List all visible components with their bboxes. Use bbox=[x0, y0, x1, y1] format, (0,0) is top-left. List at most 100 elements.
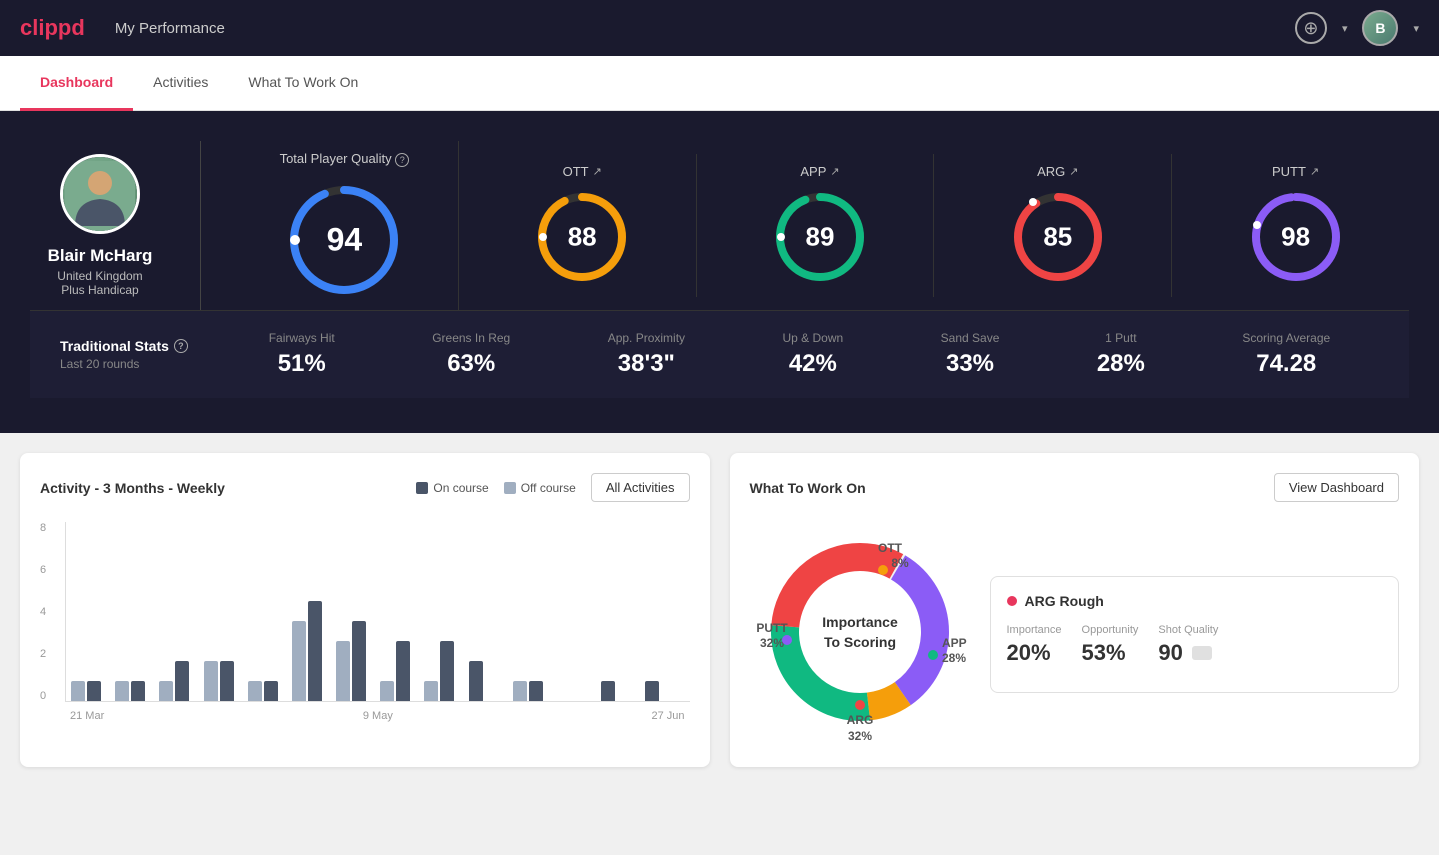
plus-icon: ⊕ bbox=[1303, 18, 1318, 39]
traditional-stats: Traditional Stats ? Last 20 rounds Fairw… bbox=[30, 310, 1409, 398]
player-name: Blair McHarg bbox=[48, 246, 153, 266]
total-score-value: 94 bbox=[327, 222, 363, 259]
legend-off-course: Off course bbox=[504, 481, 576, 495]
arg-value: 85 bbox=[1043, 222, 1072, 253]
ott-circle: 88 bbox=[532, 187, 632, 287]
stat-sandsave: Sand Save 33% bbox=[941, 331, 1000, 378]
app-score: APP ↗ 89 bbox=[707, 154, 935, 297]
bar-on-course bbox=[264, 681, 278, 701]
stat-updown: Up & Down 42% bbox=[783, 331, 844, 378]
detail-opportunity: Opportunity 53% bbox=[1082, 624, 1139, 666]
logo: clippd bbox=[20, 15, 85, 41]
player-avatar bbox=[60, 154, 140, 234]
putt-trend: ↗ bbox=[1310, 165, 1319, 178]
bar-group bbox=[380, 641, 419, 701]
stat-proximity: App. Proximity 38'3" bbox=[608, 331, 685, 378]
off-course-dot bbox=[504, 482, 516, 494]
svg-text:To Scoring: To Scoring bbox=[823, 634, 895, 650]
on-course-dot bbox=[416, 482, 428, 494]
bar-off-course bbox=[115, 681, 129, 701]
bar-off-course bbox=[380, 681, 394, 701]
trad-stats-grid: Fairways Hit 51% Greens In Reg 63% App. … bbox=[220, 331, 1379, 378]
bar-on-course bbox=[645, 681, 659, 701]
bar-on-course bbox=[220, 661, 234, 701]
nav-tabs: Dashboard Activities What To Work On bbox=[0, 56, 1439, 111]
score-section: Total Player Quality ? 94 OTT ↗ bbox=[231, 141, 1409, 310]
bar-group bbox=[557, 700, 596, 701]
stat-scoring: Scoring Average 74.28 bbox=[1242, 331, 1330, 378]
arg-score: ARG ↗ 85 bbox=[944, 154, 1172, 297]
bar-group bbox=[248, 681, 287, 701]
svg-text:Importance: Importance bbox=[822, 614, 898, 630]
bar-group bbox=[292, 601, 331, 701]
detail-metrics: Importance 20% Opportunity 53% Shot Qual… bbox=[1007, 624, 1383, 666]
detail-card-title: ARG Rough bbox=[1007, 593, 1383, 609]
bar-off-course bbox=[71, 681, 85, 701]
svg-text:APP: APP bbox=[942, 636, 967, 650]
bar-on-course bbox=[601, 681, 615, 701]
chart-legend: On course Off course All Activities bbox=[416, 473, 689, 502]
bar-group bbox=[204, 661, 243, 701]
bar-off-course bbox=[248, 681, 262, 701]
svg-text:32%: 32% bbox=[759, 636, 783, 650]
bar-chart bbox=[65, 522, 690, 702]
putt-score: PUTT ↗ 98 bbox=[1182, 154, 1409, 297]
svg-text:OTT: OTT bbox=[878, 541, 903, 555]
total-info-icon[interactable]: ? bbox=[395, 153, 409, 167]
bar-off-course bbox=[424, 681, 438, 701]
activity-chart-card: Activity - 3 Months - Weekly On course O… bbox=[20, 453, 710, 767]
total-score: Total Player Quality ? 94 bbox=[231, 141, 459, 310]
tab-what-to-work-on[interactable]: What To Work On bbox=[228, 56, 378, 111]
stat-oneputt: 1 Putt 28% bbox=[1097, 331, 1145, 378]
bar-group bbox=[115, 681, 154, 701]
y-axis: 0 2 4 6 8 bbox=[40, 522, 46, 702]
hero-divider bbox=[200, 141, 201, 310]
bar-off-course bbox=[204, 661, 218, 701]
bar-on-course bbox=[131, 681, 145, 701]
chevron-down-icon: ▾ bbox=[1342, 22, 1348, 35]
ott-trend: ↗ bbox=[593, 165, 602, 178]
bar-group bbox=[513, 681, 552, 701]
tab-activities[interactable]: Activities bbox=[133, 56, 228, 111]
ott-score: OTT ↗ 88 bbox=[469, 154, 697, 297]
svg-text:PUTT: PUTT bbox=[756, 621, 788, 635]
bar-on-course bbox=[440, 641, 454, 701]
trad-subtitle: Last 20 rounds bbox=[60, 357, 220, 371]
trad-info-icon[interactable]: ? bbox=[174, 339, 188, 353]
bar-off-course bbox=[292, 621, 306, 701]
header-actions: ⊕ ▾ B ▾ bbox=[1295, 10, 1419, 46]
work-title: What To Work On bbox=[750, 480, 866, 496]
bar-on-course bbox=[396, 641, 410, 701]
bar-group bbox=[71, 681, 110, 701]
add-button[interactable]: ⊕ bbox=[1295, 12, 1327, 44]
tab-dashboard[interactable]: Dashboard bbox=[20, 56, 133, 111]
bar-on-course bbox=[87, 681, 101, 701]
chart-header: Activity - 3 Months - Weekly On course O… bbox=[40, 473, 690, 502]
bar-group bbox=[424, 641, 463, 701]
bar-group bbox=[469, 661, 508, 701]
bar-group bbox=[336, 621, 375, 701]
bar-group bbox=[645, 681, 684, 701]
logo-text: clippd bbox=[20, 15, 85, 41]
player-photo bbox=[65, 161, 135, 231]
avatar-chevron-icon: ▾ bbox=[1413, 22, 1419, 35]
donut-svg: Importance To Scoring OTT 8% APP 28% ARG bbox=[750, 522, 970, 742]
donut-wrapper: Importance To Scoring OTT 8% APP 28% ARG bbox=[750, 522, 970, 747]
putt-circle: 98 bbox=[1246, 187, 1346, 287]
header: clippd My Performance ⊕ ▾ B ▾ bbox=[0, 0, 1439, 56]
stat-greens: Greens In Reg 63% bbox=[432, 331, 510, 378]
bar-on-course bbox=[308, 601, 322, 701]
work-content: Importance To Scoring OTT 8% APP 28% ARG bbox=[750, 522, 1400, 747]
header-title: My Performance bbox=[115, 20, 1295, 37]
bar-on-course bbox=[529, 681, 543, 701]
bar-chart-container: 0 2 4 6 8 21 Mar 9 May 27 Jun bbox=[40, 522, 690, 722]
stat-fairways: Fairways Hit 51% bbox=[269, 331, 335, 378]
user-avatar-button[interactable]: B bbox=[1362, 10, 1398, 46]
app-circle: 89 bbox=[770, 187, 870, 287]
all-activities-button[interactable]: All Activities bbox=[591, 473, 690, 502]
view-dashboard-button[interactable]: View Dashboard bbox=[1274, 473, 1399, 502]
x-axis: 21 Mar 9 May 27 Jun bbox=[65, 710, 690, 722]
svg-text:32%: 32% bbox=[847, 729, 871, 742]
trad-label: Traditional Stats ? Last 20 rounds bbox=[60, 338, 220, 371]
bar-off-course bbox=[336, 641, 350, 701]
